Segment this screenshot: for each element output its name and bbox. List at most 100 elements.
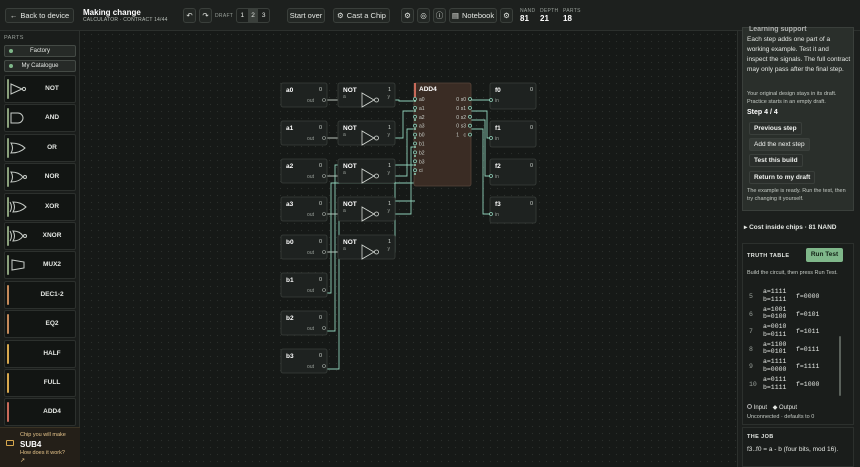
- info-button[interactable]: ⓘ: [433, 8, 446, 23]
- input-port-icon[interactable]: [489, 136, 493, 140]
- cost-toggle[interactable]: ▸ Cost inside chips · 81 NAND: [744, 223, 836, 231]
- back-button[interactable]: ← Back to device: [5, 8, 74, 23]
- truth-table-rows[interactable]: 5 a=1111 b=1111 f=0000 6 a=1001 b=0100 f=0101 7 a…: [743, 288, 847, 398]
- wire: [470, 119, 491, 177]
- input-port-icon[interactable]: [489, 174, 493, 178]
- row-inputs: a=1100 b=0101: [763, 341, 786, 356]
- not-gate-value: 1: [388, 87, 391, 93]
- truth-table-scrollbar[interactable]: [839, 336, 841, 396]
- circuit-canvas[interactable]: a0 0 out a1 0 out a2 0 out a3 0 out b0 0 out b1 0 out b2 0 o…: [81, 31, 737, 467]
- and-gate-icon: [10, 112, 24, 124]
- options-button[interactable]: ⚙: [500, 8, 513, 23]
- truth-table-row: 5 a=1111 b=1111 f=0000: [743, 288, 847, 305]
- adder-input-port-icon[interactable]: [413, 106, 417, 110]
- part-or[interactable]: OR: [4, 133, 76, 162]
- adder-input-label: a2: [419, 115, 425, 121]
- row-number: 8: [749, 345, 753, 353]
- truth-table-row: 9 a=1111 b=0000 f=1111: [743, 358, 847, 375]
- redo-button[interactable]: ↷: [199, 8, 212, 23]
- adder-output-label: s1: [461, 106, 467, 112]
- truth-table-row: 10 a=0111 b=1111 f=1000: [743, 376, 847, 393]
- junction-dot: [414, 119, 416, 121]
- learning-support-card: Learning support Each step adds one part…: [742, 26, 854, 211]
- add-next-step-button[interactable]: Add the next step: [749, 138, 810, 151]
- undo-button[interactable]: ↶: [183, 8, 196, 23]
- adder-output-value: 1: [456, 133, 459, 139]
- out-label: out: [307, 326, 315, 332]
- part-eq2[interactable]: EQ2: [4, 310, 76, 339]
- not-gate-title: NOT: [343, 125, 357, 132]
- part-dec1-2[interactable]: DEC1-2: [4, 280, 76, 309]
- input-name: a1: [286, 125, 294, 132]
- my-catalogue-button[interactable]: My Catalogue: [4, 60, 76, 72]
- test-build-button[interactable]: Test this build: [749, 154, 803, 167]
- input-value: 0: [319, 125, 322, 131]
- part-and[interactable]: AND: [4, 104, 76, 133]
- row-number: 5: [749, 293, 753, 300]
- notebook-button[interactable]: ▤ Notebook: [449, 8, 497, 23]
- output-name: f2: [495, 163, 501, 170]
- wire: [470, 128, 491, 215]
- part-xnor[interactable]: XNOR: [4, 222, 76, 250]
- book-icon: ▤: [451, 11, 459, 20]
- adder-input-port-icon[interactable]: [413, 141, 417, 146]
- adder-input-port-icon[interactable]: [413, 168, 417, 173]
- junction-dot: [414, 155, 416, 157]
- xnor-gate-icon: [9, 230, 27, 242]
- truth-table-row: 7 a=0010 b=0111 f=1011: [743, 323, 847, 340]
- run-test-button[interactable]: Run Test: [806, 248, 843, 262]
- input-value: 0: [319, 163, 322, 169]
- part-label: XOR: [44, 202, 60, 210]
- adder-input-port-icon[interactable]: [413, 150, 417, 155]
- part-nor[interactable]: NOR: [4, 163, 76, 192]
- input-port-icon[interactable]: [489, 98, 493, 102]
- part-label: AND: [44, 114, 60, 122]
- circuit-diagram[interactable]: a0 0outa1 0outa2 0outa3 0outb0 0outb1 0outb2 0o…: [81, 31, 737, 467]
- truth-table-row: 8 a=1100 b=0101 f=0111: [743, 341, 847, 358]
- return-to-draft-button[interactable]: Return to my draft: [749, 171, 816, 184]
- settings-button[interactable]: ⚙: [401, 8, 414, 23]
- part-not[interactable]: NOT: [4, 75, 76, 103]
- draft-1-tab[interactable]: 1: [237, 9, 248, 22]
- previous-step-button[interactable]: Previous step: [749, 122, 802, 135]
- factory-catalogue-button[interactable]: Factory: [4, 45, 76, 57]
- junction-dot: [414, 100, 416, 102]
- in-label: in: [495, 212, 499, 218]
- row-inputs: a=0111 b=1111: [763, 376, 786, 391]
- gear-icon: ⚙: [503, 11, 510, 20]
- draft-2-tab[interactable]: 2: [247, 9, 259, 22]
- part-mux2[interactable]: MUX2: [4, 251, 76, 280]
- part-color-tag: [7, 373, 9, 393]
- nor-gate-icon: [10, 171, 27, 183]
- wire: [470, 110, 491, 139]
- out-label: out: [307, 364, 315, 370]
- adder-input-port-icon[interactable]: [413, 123, 417, 128]
- adder-output-port-icon[interactable]: [468, 106, 472, 110]
- draft-3-tab[interactable]: 3: [258, 9, 269, 22]
- job-heading: THE JOB: [747, 434, 774, 440]
- adder-input-port-icon[interactable]: [413, 114, 417, 119]
- part-full[interactable]: FULL: [4, 369, 76, 397]
- input-port-icon[interactable]: [489, 212, 493, 216]
- adder-input-port-icon[interactable]: [413, 132, 417, 137]
- part-xor[interactable]: XOR: [4, 192, 76, 221]
- start-over-button[interactable]: Start over: [287, 8, 325, 23]
- cast-chip-button[interactable]: ⚙ Cast a Chip: [333, 8, 390, 23]
- adder-output-port-icon[interactable]: [468, 97, 472, 101]
- adder-output-port-icon[interactable]: [468, 114, 472, 119]
- part-add4[interactable]: ADD4: [4, 398, 76, 427]
- adder-output-port-icon[interactable]: [468, 132, 472, 137]
- row-number: 10: [749, 381, 757, 388]
- not-gate-value: 1: [388, 163, 391, 169]
- adder-output-label: s3: [461, 124, 467, 130]
- adder-output-port-icon[interactable]: [468, 123, 472, 128]
- how-does-it-work-link[interactable]: How does it work?: [20, 450, 65, 456]
- row-b: b=0101: [763, 348, 787, 356]
- in-label: in: [495, 98, 499, 104]
- zoom-button[interactable]: ◎: [417, 8, 430, 23]
- out-label: out: [307, 250, 315, 256]
- adder-input-port-icon[interactable]: [413, 159, 417, 164]
- row-b: b=0000: [763, 365, 787, 373]
- part-half[interactable]: HALF: [4, 339, 76, 368]
- junction-dot: [414, 128, 416, 130]
